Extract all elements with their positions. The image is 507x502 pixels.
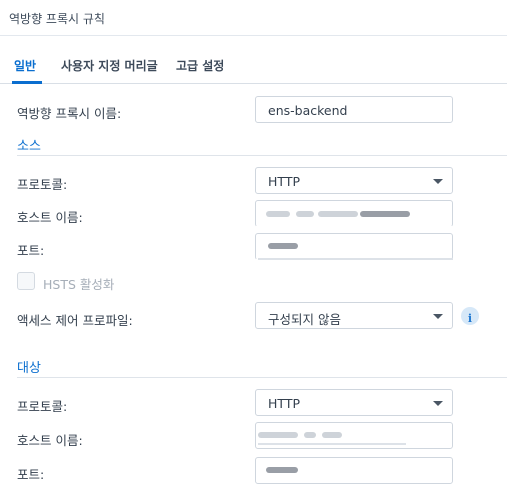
tab-custom-headers[interactable]: 사용자 지정 머리글	[61, 57, 158, 74]
redacted-text	[318, 211, 358, 217]
destination-port-input[interactable]	[255, 457, 453, 484]
window-titlebar: 역방향 프록시 규칙	[0, 0, 507, 36]
proxy-name-input[interactable]: ens-backend	[255, 96, 453, 123]
access-control-select[interactable]: 구성되지 않음	[255, 302, 453, 329]
source-hostname-input[interactable]	[255, 200, 453, 227]
destination-hostname-label: 호스트 이름:	[17, 433, 83, 448]
source-divider	[17, 155, 507, 156]
field-underline	[258, 258, 453, 260]
redacted-text	[266, 211, 290, 217]
access-control-value: 구성되지 않음	[268, 312, 341, 327]
window-title: 역방향 프록시 규칙	[9, 12, 105, 26]
redacted-text	[258, 432, 298, 438]
chevron-down-icon	[433, 314, 443, 319]
info-icon[interactable]: i	[461, 307, 479, 325]
active-tab-indicator	[12, 81, 42, 84]
source-port-input[interactable]	[255, 233, 453, 260]
hsts-checkbox[interactable]	[17, 272, 35, 290]
redacted-text	[266, 467, 298, 473]
tab-general[interactable]: 일반	[14, 57, 36, 74]
tab-advanced-settings[interactable]: 고급 설정	[176, 57, 224, 74]
proxy-name-value: ens-backend	[268, 103, 348, 118]
destination-protocol-label: 프로토콜:	[17, 399, 68, 414]
redacted-text	[296, 211, 314, 217]
access-control-label: 액세스 제어 프로파일:	[17, 313, 133, 328]
proxy-name-label: 역방향 프록시 이름:	[17, 106, 122, 121]
hsts-label: HSTS 활성화	[43, 277, 115, 292]
source-section-heading: 소스	[17, 139, 41, 154]
destination-protocol-select[interactable]: HTTP	[255, 389, 453, 416]
redacted-text	[268, 243, 298, 249]
source-port-label: 포트:	[17, 243, 45, 258]
destination-section-heading: 대상	[17, 361, 41, 376]
chevron-down-icon	[433, 179, 443, 184]
redacted-text	[322, 432, 342, 438]
destination-protocol-value: HTTP	[268, 396, 300, 411]
tab-bar: 일반 사용자 지정 머리글 고급 설정	[0, 36, 507, 84]
source-protocol-select[interactable]: HTTP	[255, 167, 453, 194]
chevron-down-icon	[433, 401, 443, 406]
source-protocol-value: HTTP	[268, 174, 300, 189]
info-glyph: i	[467, 312, 473, 325]
source-hostname-label: 호스트 이름:	[17, 210, 83, 225]
destination-divider	[17, 377, 507, 378]
destination-port-label: 포트:	[17, 467, 45, 482]
source-protocol-label: 프로토콜:	[17, 177, 68, 192]
field-underline	[258, 443, 406, 445]
redacted-text	[360, 211, 410, 217]
redacted-text	[304, 432, 316, 438]
